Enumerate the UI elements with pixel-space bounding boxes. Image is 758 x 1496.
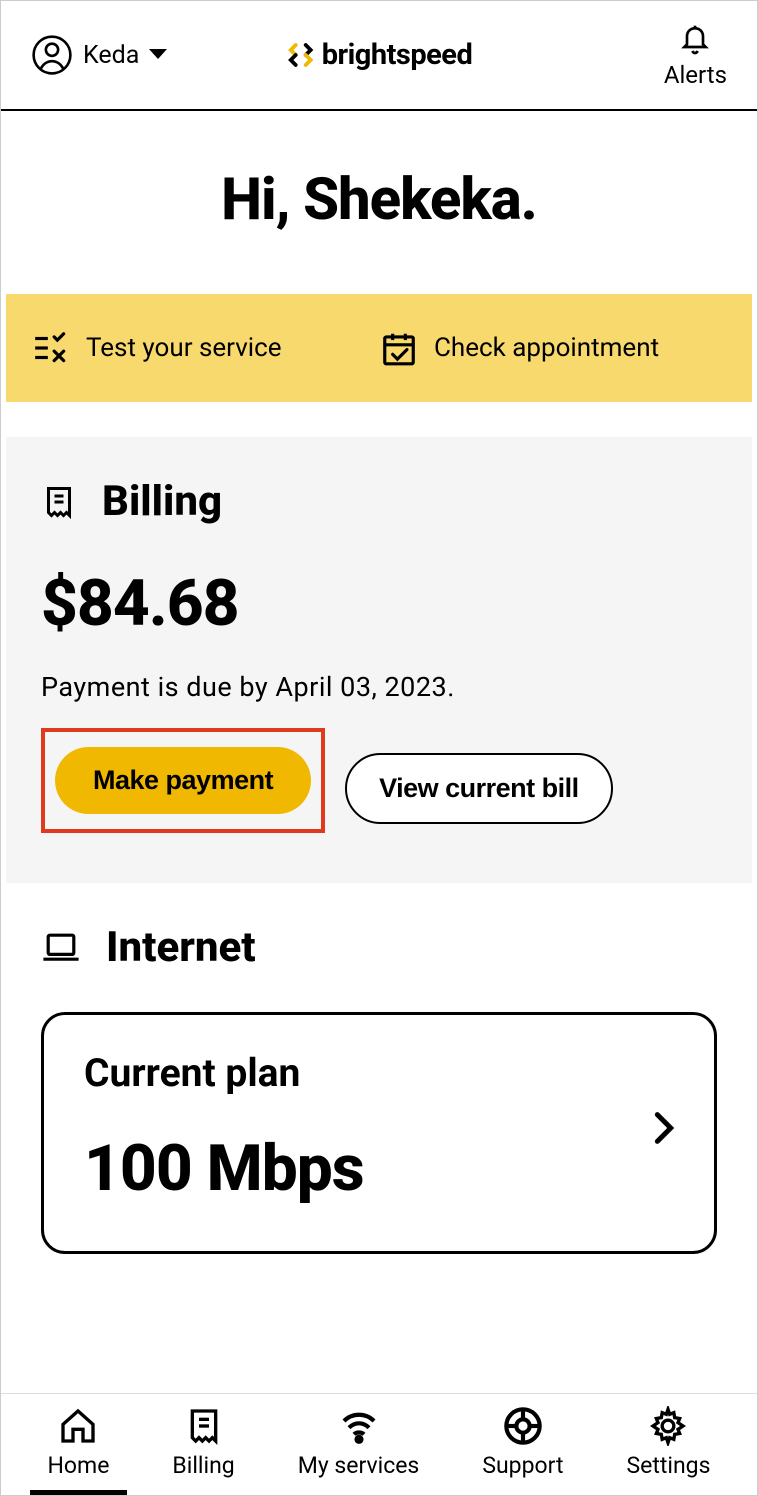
test-service-button[interactable]: Test your service [31,329,379,367]
bottom-nav: Home Billing My services Support [1,1393,757,1495]
greeting: Hi, Shekeka. [1,111,757,294]
current-plan-card[interactable]: Current plan 100 Mbps [41,1012,717,1254]
brand-logo: brightspeed [286,38,473,72]
make-payment-button[interactable]: Make payment [55,747,311,814]
home-icon [58,1406,98,1446]
brand-icon [286,40,316,70]
nav-settings[interactable]: Settings [626,1406,710,1487]
greeting-text: Hi, Shekeka. [1,166,757,234]
internet-section: Internet Current plan 100 Mbps [6,908,752,1269]
check-appointment-button[interactable]: Check appointment [379,329,727,367]
view-bill-button[interactable]: View current bill [345,753,613,824]
plan-value: 100 Mbps [84,1131,364,1206]
highlight-annotation: Make payment [41,728,325,833]
calendar-check-icon [379,329,419,367]
billing-title: Billing [102,477,222,526]
user-icon [31,34,73,76]
billing-section: Billing $84.68 Payment is due by April 0… [6,437,752,883]
action-bar: Test your service Check appointment [6,294,752,402]
nav-settings-label: Settings [626,1452,710,1479]
nav-support[interactable]: Support [482,1406,563,1487]
billing-amount: $84.68 [41,566,717,641]
wifi-icon [339,1406,379,1446]
plan-label: Current plan [84,1050,364,1096]
checklist-icon [31,329,71,367]
check-appointment-label: Check appointment [434,333,659,363]
internet-title: Internet [106,923,256,972]
alerts-label: Alerts [664,61,727,89]
user-menu[interactable]: Keda [31,34,167,76]
nav-billing-label: Billing [172,1452,234,1479]
nav-support-label: Support [482,1452,563,1479]
receipt-icon [41,484,77,520]
alerts-button[interactable]: Alerts [664,21,727,89]
bell-icon [679,21,711,57]
support-icon [503,1406,543,1446]
laptop-icon [41,932,81,964]
chevron-right-icon [654,1111,674,1145]
brand-text: brightspeed [322,38,473,72]
nav-services-label: My services [298,1452,420,1479]
nav-services[interactable]: My services [298,1406,420,1487]
billing-icon [184,1406,224,1446]
billing-due-text: Payment is due by April 03, 2023. [41,671,717,703]
user-name-label: Keda [83,41,139,70]
nav-home[interactable]: Home [48,1406,110,1487]
nav-home-label: Home [48,1452,110,1479]
chevron-down-icon [149,49,167,61]
nav-billing[interactable]: Billing [172,1406,234,1487]
settings-icon [648,1406,688,1446]
test-service-label: Test your service [86,333,282,363]
